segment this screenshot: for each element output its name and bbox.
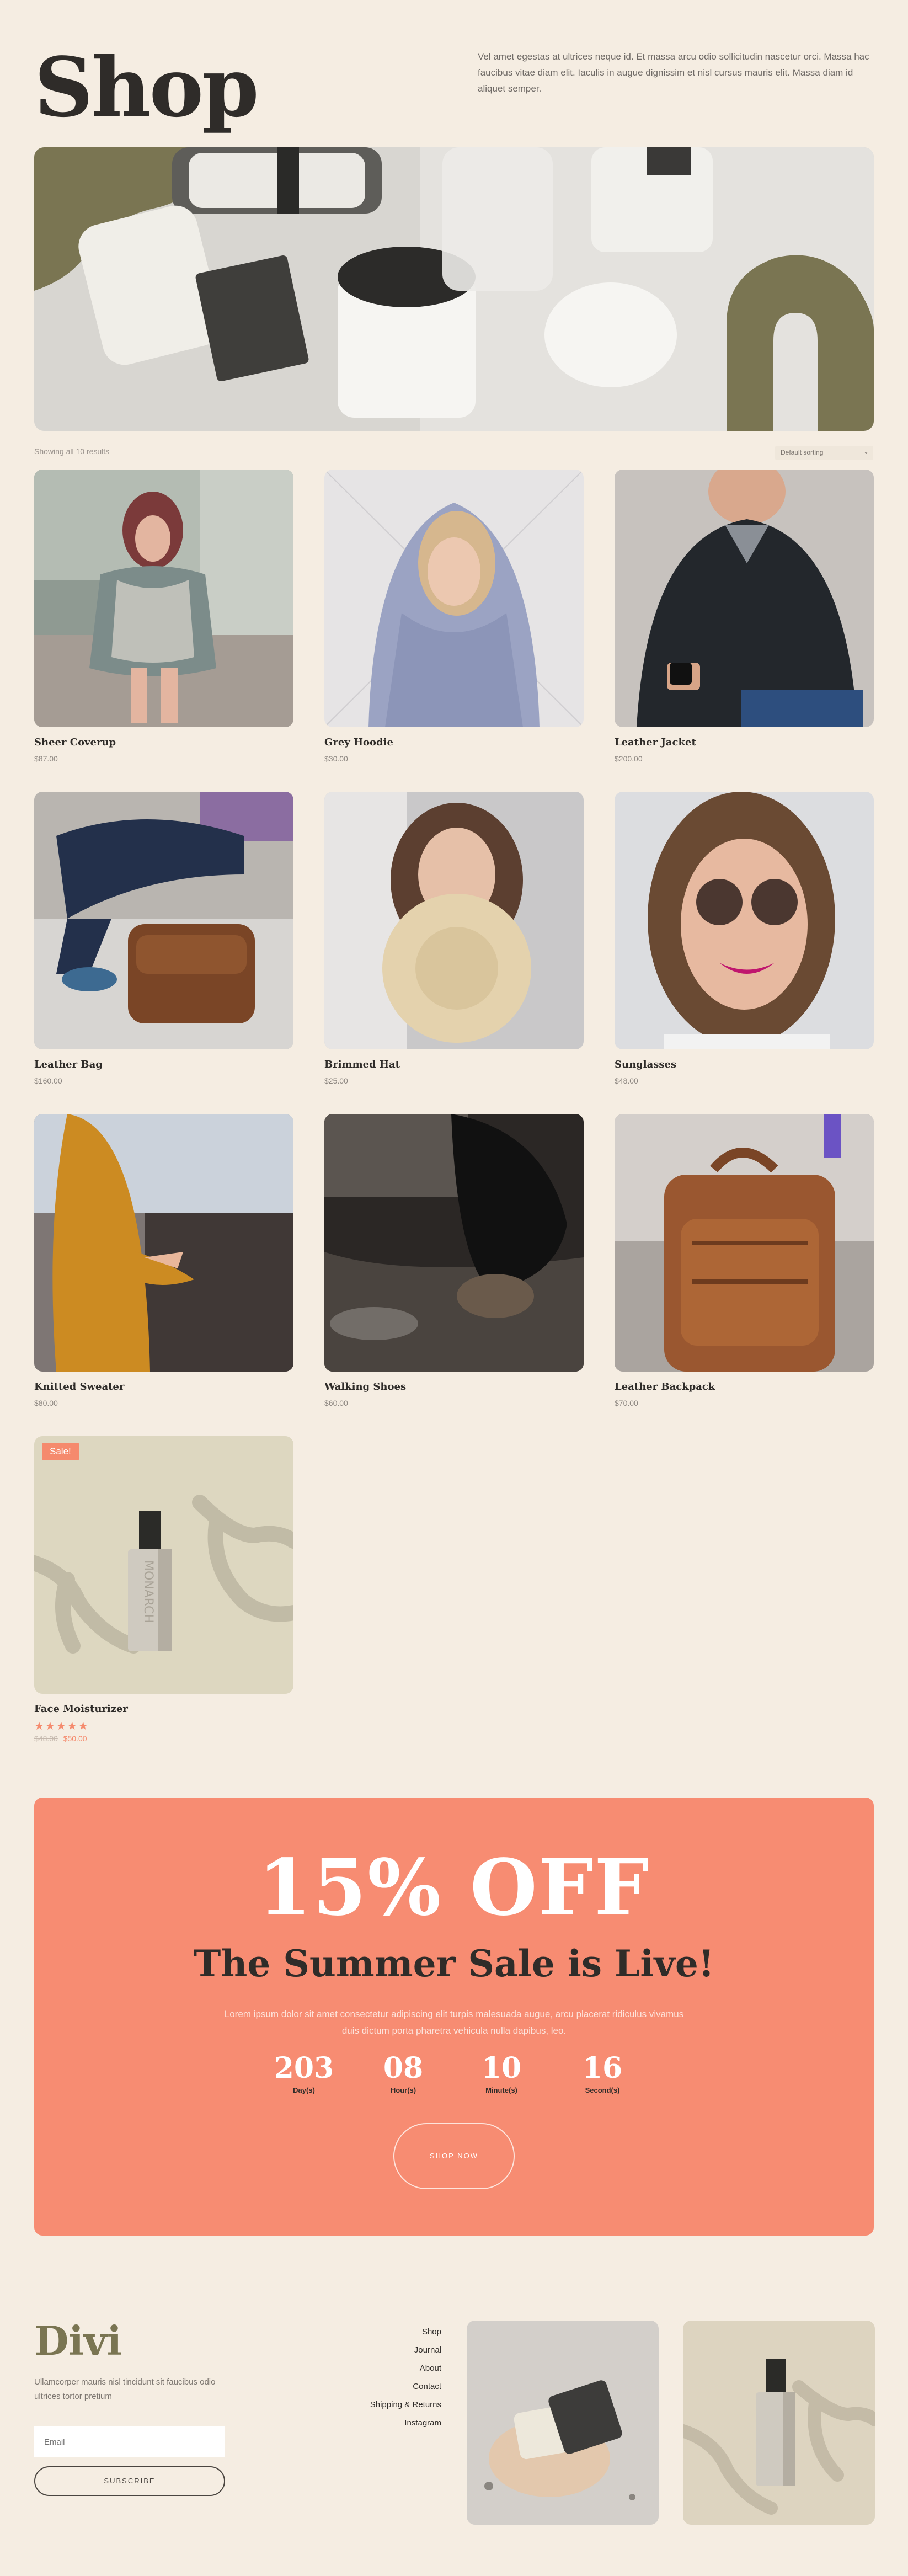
countdown-label: Second(s) <box>585 2086 620 2094</box>
email-field[interactable] <box>34 2426 225 2457</box>
countdown-value: 10 <box>481 2051 522 2085</box>
footer-text: Ullamcorper mauris nisl tincidunt sit fa… <box>34 2377 216 2401</box>
footer-nav: Shop Journal About Contact Shipping & Re… <box>342 2323 441 2432</box>
product-image[interactable] <box>34 470 293 727</box>
product-price: $87.00 <box>34 754 58 763</box>
product-card[interactable]: Knitted Sweater $80.00 <box>34 1114 293 1407</box>
product-card[interactable]: Brimmed Hat $25.00 <box>324 792 584 1085</box>
countdown-label: Day(s) <box>293 2086 315 2094</box>
countdown-seconds: 16 Second(s) <box>561 2051 644 2094</box>
hero-image <box>34 147 874 431</box>
product-image[interactable] <box>324 470 584 727</box>
product-price: $25.00 <box>324 1076 348 1085</box>
footer-link-about[interactable]: About <box>342 2359 441 2377</box>
product-image[interactable]: MONARCH Sale! <box>34 1436 293 1694</box>
product-name[interactable]: Sheer Coverup <box>34 737 293 748</box>
footer-link-shipping[interactable]: Shipping & Returns <box>342 2396 441 2414</box>
subscribe-button[interactable]: SUBSCRIBE <box>34 2466 225 2496</box>
product-price: $70.00 <box>615 1399 638 1407</box>
rating-stars: ★★★★★ <box>34 1720 89 1732</box>
product-image[interactable] <box>34 792 293 1049</box>
product-name[interactable]: Grey Hoodie <box>324 737 584 748</box>
product-image[interactable] <box>324 792 584 1049</box>
sort-select[interactable]: Default sorting ⌄ <box>775 446 873 460</box>
footer-logo[interactable]: Divi <box>34 2317 122 2364</box>
product-name[interactable]: Walking Shoes <box>324 1381 584 1393</box>
sale-price: $48.00 $50.00 <box>34 1734 293 1743</box>
countdown-label: Minute(s) <box>485 2086 517 2094</box>
shop-now-button[interactable]: SHOP NOW <box>393 2123 515 2189</box>
countdown-value: 08 <box>383 2051 424 2085</box>
promo-body: Lorem ipsum dolor sit amet consectetur a… <box>224 2009 684 2036</box>
product-price: $200.00 <box>615 754 643 763</box>
product-image[interactable] <box>615 1114 874 1372</box>
countdown-hours: 08 Hour(s) <box>362 2051 445 2094</box>
product-name[interactable]: Leather Jacket <box>615 737 874 748</box>
product-price: $160.00 <box>34 1076 62 1085</box>
product-image[interactable] <box>615 470 874 727</box>
promo-banner: 15% OFF The Summer Sale is Live! Lorem i… <box>34 1798 874 2236</box>
product-card[interactable]: Walking Shoes $60.00 <box>324 1114 584 1407</box>
product-card[interactable]: Sheer Coverup $87.00 <box>34 470 293 763</box>
countdown-minutes: 10 Minute(s) <box>460 2051 543 2094</box>
product-name[interactable]: Knitted Sweater <box>34 1381 293 1393</box>
footer-image-soap <box>467 2321 659 2525</box>
product-card[interactable]: Leather Bag $160.00 <box>34 792 293 1085</box>
product-name[interactable]: Leather Backpack <box>615 1381 874 1393</box>
page-title: Shop <box>34 39 259 135</box>
svg-text:MONARCH: MONARCH <box>141 1560 155 1623</box>
product-image[interactable] <box>324 1114 584 1372</box>
product-price: $80.00 <box>34 1399 58 1407</box>
countdown-value: 203 <box>274 2051 334 2085</box>
footer-image-bottle <box>683 2321 875 2525</box>
product-price: $60.00 <box>324 1399 348 1407</box>
sale-badge: Sale! <box>42 1443 79 1460</box>
countdown-days: 203 Day(s) <box>263 2051 345 2094</box>
results-count: Showing all 10 results <box>34 447 110 456</box>
countdown-label: Hour(s) <box>390 2086 416 2094</box>
footer-link-contact[interactable]: Contact <box>342 2377 441 2396</box>
footer-link-journal[interactable]: Journal <box>342 2341 441 2359</box>
product-card[interactable]: Leather Jacket $200.00 <box>615 470 874 763</box>
new-price: $50.00 <box>63 1734 87 1743</box>
product-name[interactable]: Leather Bag <box>34 1059 293 1070</box>
sort-select-value: Default sorting <box>781 449 824 456</box>
product-card-sale[interactable]: MONARCH Sale! Face Moisturizer ★★★★★ $48… <box>34 1436 293 1743</box>
promo-discount: 15% OFF <box>258 1843 650 1933</box>
product-card[interactable]: Sunglasses $48.00 <box>615 792 874 1085</box>
chevron-down-icon: ⌄ <box>863 447 869 455</box>
product-image[interactable] <box>615 792 874 1049</box>
footer-link-shop[interactable]: Shop <box>342 2323 441 2341</box>
footer-link-instagram[interactable]: Instagram <box>342 2414 441 2432</box>
product-name[interactable]: Sunglasses <box>615 1059 874 1070</box>
product-price: $30.00 <box>324 754 348 763</box>
promo-headline: The Summer Sale is Live! <box>194 1942 714 1985</box>
countdown-value: 16 <box>582 2051 623 2085</box>
product-card[interactable]: Leather Backpack $70.00 <box>615 1114 874 1407</box>
product-name[interactable]: Brimmed Hat <box>324 1059 584 1070</box>
product-card[interactable]: Grey Hoodie $30.00 <box>324 470 584 763</box>
old-price: $48.00 <box>34 1734 58 1743</box>
product-name[interactable]: Face Moisturizer <box>34 1703 293 1715</box>
product-image[interactable] <box>34 1114 293 1372</box>
product-price: $48.00 <box>615 1076 638 1085</box>
intro-text: Vel amet egestas at ultrices neque id. E… <box>478 51 869 94</box>
